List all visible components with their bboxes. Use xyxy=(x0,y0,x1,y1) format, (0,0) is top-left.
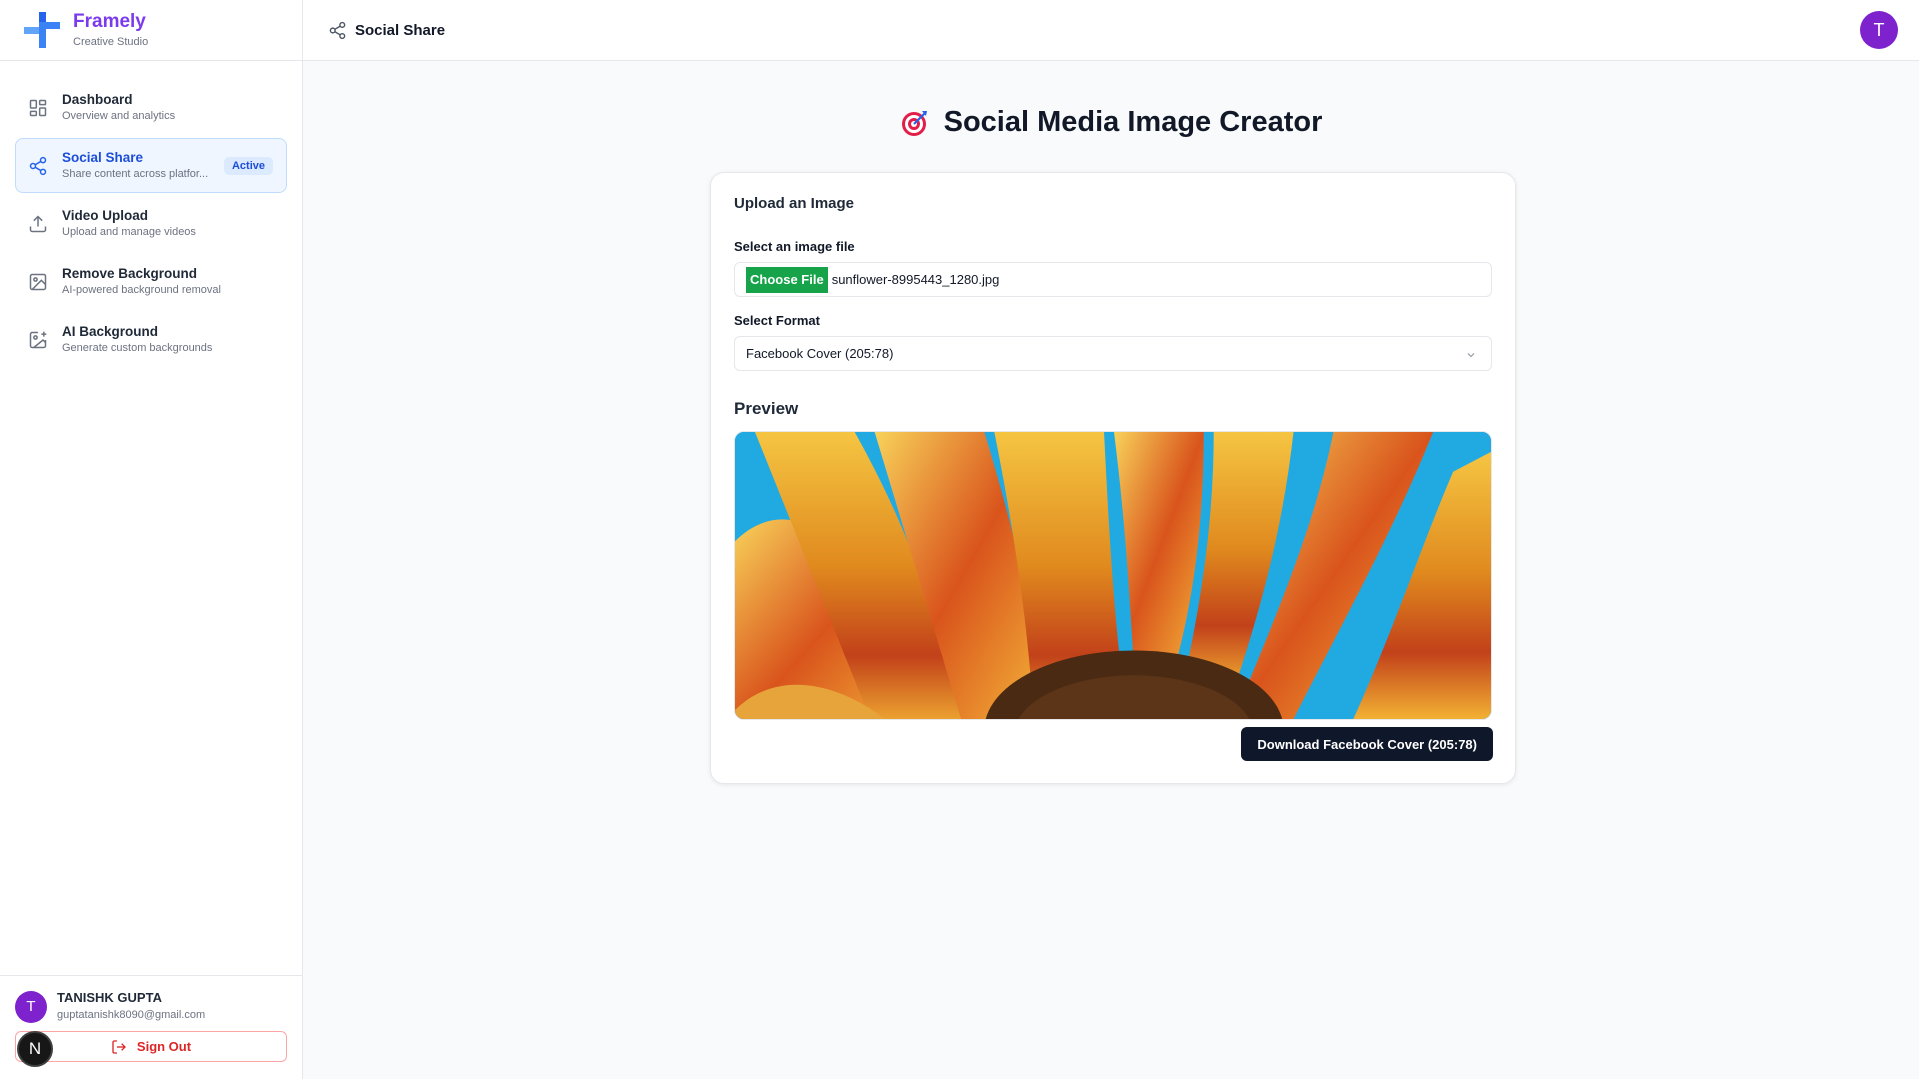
sign-out-button[interactable]: Sign Out xyxy=(15,1031,287,1062)
brand[interactable]: Framely Creative Studio xyxy=(0,0,302,61)
sunflower-image xyxy=(735,432,1491,719)
format-select-value: Facebook Cover (205:78) xyxy=(746,346,894,361)
sidebar-item-desc: Generate custom backgrounds xyxy=(62,342,213,354)
sidebar-item-desc: Upload and manage videos xyxy=(62,226,196,238)
target-icon xyxy=(901,110,927,136)
sidebar-item-video-upload[interactable]: Video Upload Upload and manage videos xyxy=(15,196,287,251)
format-field-label: Select Format xyxy=(734,313,820,328)
grid-icon xyxy=(29,99,47,116)
page-title: Social Media Image Creator xyxy=(303,106,1919,139)
choose-file-button[interactable]: Choose File xyxy=(746,266,828,293)
file-name: sunflower-8995443_1280.jpg xyxy=(831,272,1000,287)
share-icon xyxy=(29,156,47,175)
preview-image xyxy=(734,431,1492,720)
card-title: Upload an Image xyxy=(734,195,855,212)
file-field-label: Select an image file xyxy=(734,239,855,254)
share-icon xyxy=(329,21,346,39)
format-select[interactable]: Facebook Cover (205:78) xyxy=(734,336,1492,371)
sidebar-item-ai-background[interactable]: AI Background Generate custom background… xyxy=(15,312,287,367)
user-name: TANISHK GUPTA xyxy=(57,990,162,1005)
sidebar: Framely Creative Studio Dashboard Overvi… xyxy=(0,0,303,1079)
user-profile[interactable]: T TANISHK GUPTA guptatanishk8090@gmail.c… xyxy=(15,990,287,1023)
sidebar-nav: Dashboard Overview and analytics Social … xyxy=(0,61,302,367)
dev-tools-badge[interactable]: N xyxy=(17,1031,53,1067)
sidebar-item-dashboard[interactable]: Dashboard Overview and analytics xyxy=(15,80,287,135)
sidebar-item-label: Video Upload xyxy=(62,208,149,223)
image-plus-icon xyxy=(29,331,47,348)
file-input[interactable]: Choose File sunflower-8995443_1280.jpg xyxy=(734,262,1492,297)
topbar: Social Share T xyxy=(303,0,1919,61)
sidebar-item-remove-background[interactable]: Remove Background AI-powered background … xyxy=(15,254,287,309)
brand-name: Framely xyxy=(73,11,146,32)
framely-logo-icon xyxy=(24,12,60,48)
preview-label: Preview xyxy=(734,399,799,418)
main-content: Social Media Image Creator Upload an Ima… xyxy=(303,61,1919,1079)
active-badge: Active xyxy=(223,157,273,175)
user-avatar: T xyxy=(15,990,47,1023)
chevron-down-icon xyxy=(1467,353,1475,358)
logout-icon xyxy=(112,1039,126,1054)
image-icon xyxy=(29,273,47,290)
sidebar-item-desc: Overview and analytics xyxy=(62,110,176,122)
sidebar-item-social-share[interactable]: Social Share Share content across platfo… xyxy=(15,138,287,193)
user-email: guptatanishk8090@gmail.com xyxy=(57,1009,206,1021)
sign-out-label: Sign Out xyxy=(136,1039,192,1054)
upload-icon xyxy=(29,214,47,232)
sidebar-item-label: Remove Background xyxy=(62,266,198,281)
header-avatar[interactable]: T xyxy=(1860,11,1898,49)
brand-subtitle: Creative Studio xyxy=(73,36,149,48)
sidebar-item-label: AI Background xyxy=(62,324,159,339)
sidebar-item-desc: AI-powered background removal xyxy=(62,284,221,296)
sidebar-item-desc: Share content across platfor... xyxy=(62,168,209,180)
download-button[interactable]: Download Facebook Cover (205:78) xyxy=(1241,727,1493,761)
page-title-text: Social Media Image Creator xyxy=(943,106,1323,138)
sidebar-item-label: Social Share xyxy=(62,150,144,165)
page-header-title: Social Share xyxy=(355,21,446,39)
sidebar-item-label: Dashboard xyxy=(62,92,133,107)
upload-card: Upload an Image Select an image file Cho… xyxy=(710,172,1516,784)
